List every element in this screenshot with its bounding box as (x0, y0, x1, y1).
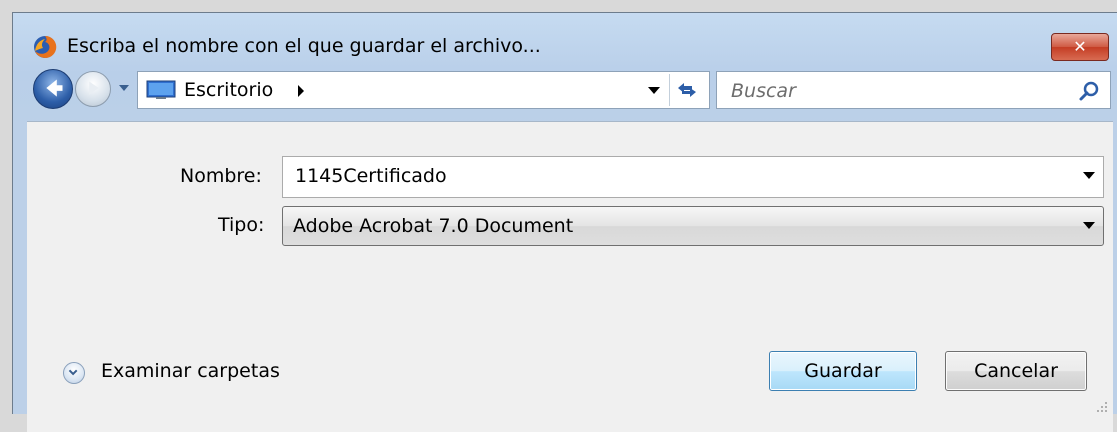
dialog-body: Nombre: 1145Certificado Tipo: Adobe Acro… (27, 121, 1113, 432)
address-location[interactable]: Escritorio (184, 79, 273, 101)
chevron-down-icon[interactable] (63, 362, 85, 384)
firefox-icon (34, 35, 57, 58)
close-icon: ✕ (1073, 37, 1087, 56)
file-type-select[interactable]: Adobe Acrobat 7.0 Document (282, 206, 1104, 246)
file-type-value[interactable]: Adobe Acrobat 7.0 Document (293, 215, 573, 237)
type-label: Tipo: (218, 214, 265, 236)
title-bar: Escriba el nombre con el que guardar el … (13, 13, 1117, 65)
forward-arrow-icon (89, 81, 99, 95)
name-label: Nombre: (180, 165, 262, 187)
desktop-folder-icon (146, 80, 176, 99)
cancel-button[interactable]: Cancelar (945, 351, 1087, 391)
breadcrumb-arrow-icon[interactable] (296, 84, 306, 98)
browse-folders-label[interactable]: Examinar carpetas (101, 360, 280, 382)
search-placeholder[interactable]: Buscar (731, 80, 796, 102)
address-dropdown-icon[interactable] (647, 84, 661, 96)
save-as-dialog: Escriba el nombre con el que guardar el … (12, 12, 1117, 432)
close-button[interactable]: ✕ (1051, 33, 1109, 61)
resize-grip-icon[interactable] (1095, 400, 1109, 414)
file-type-dropdown-icon[interactable] (1083, 222, 1095, 230)
forward-button[interactable] (75, 71, 111, 107)
save-button[interactable]: Guardar (769, 351, 917, 391)
file-name-field[interactable]: 1145Certificado (282, 156, 1104, 198)
search-icon[interactable] (1078, 80, 1100, 102)
chevron-glyph (68, 369, 78, 376)
refresh-icon (678, 83, 696, 97)
window-title: Escriba el nombre con el que guardar el … (67, 35, 541, 57)
file-name-value[interactable]: 1145Certificado (295, 165, 447, 187)
search-input[interactable]: Buscar (716, 71, 1111, 109)
address-bar[interactable]: Escritorio (137, 71, 710, 109)
back-arrow-icon (46, 79, 63, 97)
recent-pages-dropdown-icon[interactable] (117, 81, 131, 95)
back-button[interactable] (33, 69, 73, 109)
file-name-dropdown-icon[interactable] (1083, 172, 1095, 180)
refresh-button[interactable] (669, 74, 703, 106)
